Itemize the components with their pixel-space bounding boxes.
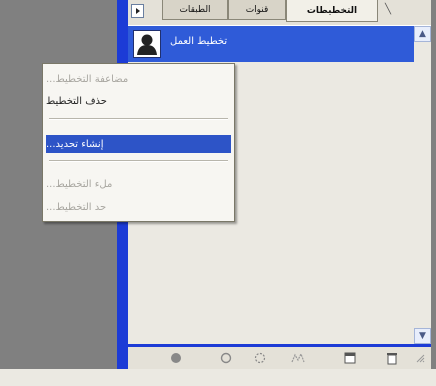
load-selection-icon xyxy=(254,352,266,364)
path-row-work-path[interactable]: تخطيط العمل xyxy=(128,26,414,62)
scroll-up-button[interactable]: ▲ xyxy=(414,26,431,42)
menu-item-duplicate-path[interactable]: مضاعفة التخطيط... xyxy=(46,70,231,88)
delete-path-button[interactable] xyxy=(384,350,400,366)
menu-item-fill-path[interactable]: ملء التخطيط... xyxy=(46,175,231,193)
load-selection-button[interactable] xyxy=(252,350,268,366)
status-strip xyxy=(0,369,436,386)
new-path-button[interactable] xyxy=(342,350,358,366)
menu-item-stroke-path[interactable]: حد التخطيط... xyxy=(46,198,231,216)
panel-footer xyxy=(128,347,431,369)
chevron-up-icon: ▲ xyxy=(419,29,426,39)
make-work-path-icon xyxy=(291,352,305,363)
panel-tab-strip: الطبقات قنوات التخطيطات ╲ xyxy=(128,0,431,26)
workspace-edge xyxy=(431,0,436,369)
stroke-path-icon xyxy=(220,352,232,364)
delete-path-icon xyxy=(387,353,397,365)
stroke-path-button[interactable] xyxy=(218,350,234,366)
path-context-menu: مضاعفة التخطيط... حذف التخطيط إنشاء تحدي… xyxy=(42,63,235,222)
new-path-icon xyxy=(344,352,356,364)
tab-paths[interactable]: التخطيطات xyxy=(286,0,378,22)
path-thumbnail xyxy=(133,30,161,58)
scroll-down-button[interactable]: ▼ xyxy=(414,328,431,344)
menu-item-delete-path[interactable]: حذف التخطيط xyxy=(46,92,231,110)
tab-layers[interactable]: الطبقات xyxy=(162,0,228,20)
vertical-scrollbar[interactable]: ▲ ▼ xyxy=(414,26,431,344)
fill-path-icon xyxy=(171,353,181,363)
path-shape-icon xyxy=(137,34,157,55)
path-name: تخطيط العمل xyxy=(170,36,228,47)
tab-channels[interactable]: قنوات xyxy=(228,0,286,20)
make-work-path-button[interactable] xyxy=(290,350,306,366)
grip-icon xyxy=(416,354,425,363)
menu-separator xyxy=(49,118,228,120)
tab-close-icon[interactable]: ╲ xyxy=(381,3,395,17)
menu-item-make-selection[interactable]: إنشاء تحديد... xyxy=(46,135,231,153)
chevron-down-icon: ▼ xyxy=(419,331,426,341)
menu-separator xyxy=(49,160,228,162)
play-arrow-icon xyxy=(135,8,140,14)
fill-path-button[interactable] xyxy=(168,350,184,366)
resize-grip-icon[interactable] xyxy=(414,350,426,366)
panel-menu-button[interactable] xyxy=(131,4,144,18)
